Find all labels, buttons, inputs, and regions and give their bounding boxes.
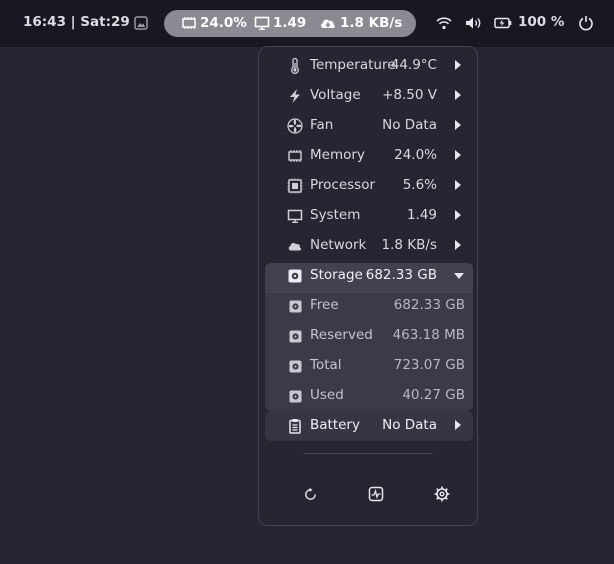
- refresh-icon[interactable]: [300, 484, 320, 504]
- disk-icon: [287, 388, 303, 404]
- disk-icon: [287, 298, 303, 314]
- menu-item-value: 463.18 MB: [392, 327, 465, 343]
- storage-sub-item-reserved[interactable]: Reserved 463.18 MB: [265, 321, 473, 351]
- menu-item-label: Voltage: [310, 87, 361, 103]
- menu-item-label: Network: [310, 237, 367, 253]
- power-icon[interactable]: [577, 14, 595, 32]
- chevron-right-icon: [455, 150, 461, 160]
- menu-item-value: +8.50 V: [382, 87, 437, 103]
- pill-system-value: 1.49: [273, 15, 307, 31]
- menu-item-processor[interactable]: Processor 5.6%: [265, 171, 473, 201]
- menu-separator: [303, 453, 433, 454]
- menu-item-label: Fan: [310, 117, 334, 133]
- menu-item-label: Storage: [310, 267, 363, 283]
- menu-item-label: Memory: [310, 147, 365, 163]
- chevron-right-icon: [455, 90, 461, 100]
- menu-item-label: Processor: [310, 177, 376, 193]
- wifi-icon[interactable]: [435, 14, 453, 32]
- pill-memory-value: 24.0%: [200, 15, 247, 31]
- menu-item-value: 40.27 GB: [402, 387, 465, 403]
- menu-item-label: Temperature: [310, 57, 396, 73]
- processor-icon: [287, 178, 303, 194]
- memory-icon: [287, 148, 303, 164]
- system-monitor-menu: Temperature 44.9°C Voltage +8.50 V Fan N…: [258, 46, 478, 526]
- thermometer-icon: [287, 58, 303, 74]
- fan-icon: [287, 118, 303, 134]
- disk-icon: [287, 358, 303, 374]
- disk-icon: [287, 328, 303, 344]
- image-icon[interactable]: [132, 14, 150, 32]
- storage-sub-item-free[interactable]: Free 682.33 GB: [265, 291, 473, 321]
- chevron-right-icon: [455, 210, 461, 220]
- menu-item-value: No Data: [382, 117, 437, 133]
- system-monitor-icon[interactable]: [366, 484, 386, 504]
- menu-item-value: 44.9°C: [390, 57, 437, 73]
- chevron-down-icon: [454, 273, 464, 279]
- battery-percentage[interactable]: 100 %: [518, 14, 564, 30]
- menu-item-value: 723.07 GB: [393, 357, 465, 373]
- menu-item-label: Total: [310, 357, 342, 373]
- clipboard-icon: [287, 418, 303, 434]
- storage-sub-item-total[interactable]: Total 723.07 GB: [265, 351, 473, 381]
- pill-network-value: 1.8 KB/s: [340, 15, 403, 31]
- volume-icon[interactable]: [465, 14, 483, 32]
- clock[interactable]: 16:43 | Sat:29: [23, 14, 130, 30]
- menu-item-voltage[interactable]: Voltage +8.50 V: [265, 81, 473, 111]
- menu-item-label: Battery: [310, 417, 360, 433]
- pill-memory: 24.0%: [181, 15, 247, 31]
- chevron-right-icon: [455, 240, 461, 250]
- cloud-icon: [287, 238, 303, 254]
- storage-sub-item-used[interactable]: Used 40.27 GB: [265, 381, 473, 411]
- menu-item-fan[interactable]: Fan No Data: [265, 111, 473, 141]
- chevron-right-icon: [455, 120, 461, 130]
- menu-item-value: 1.8 KB/s: [381, 237, 437, 253]
- menu-item-network[interactable]: Network 1.8 KB/s: [265, 231, 473, 261]
- top-panel: 16:43 | Sat:29 24.0% 1.49 1.8 KB/s 100 %: [0, 0, 614, 47]
- menu-item-value: 5.6%: [402, 177, 437, 193]
- monitor-icon: [287, 208, 303, 224]
- menu-item-label: Used: [310, 387, 344, 403]
- menu-item-battery[interactable]: Battery No Data: [265, 411, 473, 441]
- pill-system: 1.49: [254, 15, 306, 31]
- memory-icon: [182, 17, 196, 29]
- menu-item-label: System: [310, 207, 361, 223]
- menu-item-value: 1.49: [406, 207, 437, 223]
- settings-gear-icon[interactable]: [432, 484, 452, 504]
- menu-item-temperature[interactable]: Temperature 44.9°C: [265, 51, 473, 81]
- cloud-download-icon: [320, 19, 335, 28]
- chevron-right-icon: [455, 420, 461, 430]
- pill-network: 1.8 KB/s: [319, 15, 402, 31]
- battery-charging-icon[interactable]: [494, 14, 512, 32]
- system-monitor-indicator[interactable]: 24.0% 1.49 1.8 KB/s: [164, 10, 416, 37]
- menu-item-memory[interactable]: Memory 24.0%: [265, 141, 473, 171]
- menu-item-label: Free: [310, 297, 339, 313]
- chevron-right-icon: [455, 180, 461, 190]
- menu-item-value: 682.33 GB: [365, 267, 437, 283]
- disk-icon: [287, 268, 303, 284]
- chevron-right-icon: [455, 60, 461, 70]
- lightning-icon: [287, 88, 303, 104]
- menu-item-value: No Data: [382, 417, 437, 433]
- menu-item-system[interactable]: System 1.49: [265, 201, 473, 231]
- menu-item-label: Reserved: [310, 327, 373, 343]
- menu-item-storage[interactable]: Storage 682.33 GB: [265, 261, 473, 291]
- menu-item-value: 682.33 GB: [393, 297, 465, 313]
- menu-item-value: 24.0%: [394, 147, 437, 163]
- monitor-icon: [254, 16, 270, 30]
